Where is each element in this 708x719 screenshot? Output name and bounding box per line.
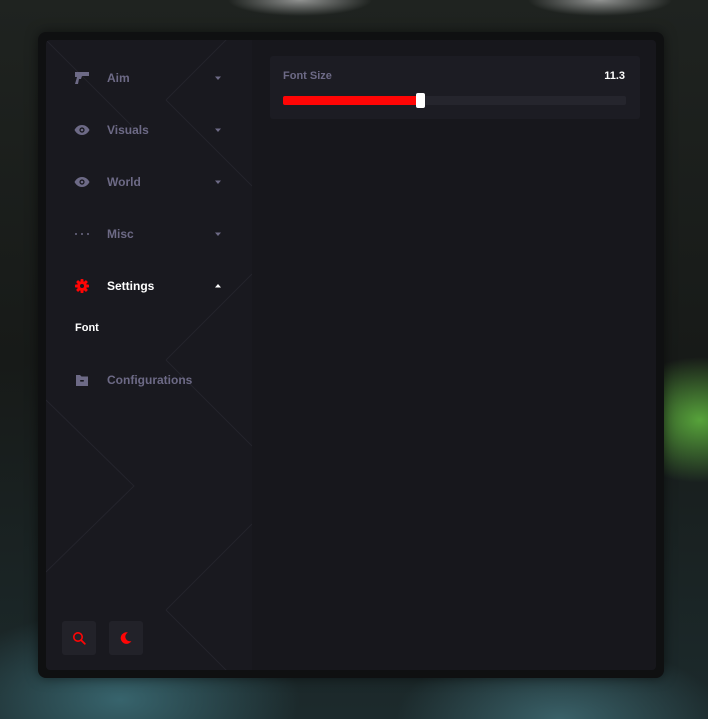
chevron-down-icon — [215, 180, 221, 184]
eye-icon — [74, 122, 90, 138]
slider-value: 11.3 — [604, 70, 625, 82]
eye-icon — [74, 174, 90, 190]
chevron-down-icon — [215, 76, 221, 80]
slider-fill — [283, 96, 421, 105]
ellipsis-icon — [74, 226, 90, 242]
settings-subitem-font[interactable]: Font — [75, 322, 99, 334]
main-content: Font Size 11.3 — [252, 40, 656, 670]
moon-icon — [120, 632, 132, 644]
slider-label: Font Size — [283, 70, 332, 82]
sidebar-item-visuals[interactable]: Visuals — [46, 115, 252, 145]
sidebar-item-world[interactable]: World — [46, 167, 252, 197]
sidebar-item-configurations[interactable]: Configurations — [46, 365, 252, 395]
pistol-icon — [74, 70, 90, 86]
folder-icon — [74, 372, 90, 388]
chevron-up-icon — [215, 284, 221, 288]
sidebar-item-settings[interactable]: Settings — [46, 271, 252, 301]
sidebar-item-label: Settings — [107, 279, 155, 293]
font-size-setting-card: Font Size 11.3 — [270, 56, 640, 119]
menu-panel: Aim Visuals World Misc Settings Font Con… — [46, 40, 656, 670]
sidebar-item-label: World — [107, 175, 141, 189]
sidebar-item-label: Aim — [107, 71, 130, 85]
slider-thumb[interactable] — [416, 93, 426, 108]
sidebar-item-label: Visuals — [107, 123, 149, 137]
gear-icon — [74, 278, 90, 294]
sidebar-item-label: Configurations — [107, 373, 193, 387]
chevron-down-icon — [215, 128, 221, 132]
theme-toggle-button[interactable] — [109, 621, 143, 655]
search-icon — [73, 632, 86, 645]
search-button[interactable] — [62, 621, 96, 655]
sidebar-item-aim[interactable]: Aim — [46, 63, 252, 93]
sidebar: Aim Visuals World Misc Settings Font Con… — [46, 40, 252, 670]
font-size-slider[interactable] — [283, 93, 626, 108]
chevron-down-icon — [215, 232, 221, 236]
sidebar-item-label: Misc — [107, 227, 134, 241]
sidebar-item-misc[interactable]: Misc — [46, 219, 252, 249]
